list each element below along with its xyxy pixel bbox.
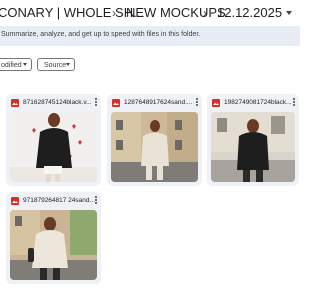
breadcrumb-separator: › [203,6,207,20]
breadcrumb-separator: › [112,6,116,20]
file-card[interactable]: 871628745124black.v... [6,94,101,186]
chevron-down-icon[interactable] [286,11,292,15]
source-filter-label: Source [44,62,67,69]
more-options-icon[interactable] [196,98,199,108]
file-name: 971879264817 24sand... [23,197,95,204]
image-file-icon [212,99,220,107]
breadcrumb-item-parent[interactable]: CONARY | WHOLE SH... [0,5,144,20]
file-name: 1287648917624sand.... [124,99,193,106]
file-card[interactable]: 1287648917624sand.... [107,94,202,186]
file-thumbnail [111,112,198,182]
image-file-icon [11,197,19,205]
file-name: 871628745124black.v... [23,99,92,106]
file-thumbnail [211,112,295,182]
source-filter-button[interactable]: Source [37,58,75,71]
chevron-down-icon [66,63,70,66]
file-card[interactable]: 971879264817 24sand... [6,192,101,284]
breadcrumb-item-current[interactable]: 12.12.2025 [217,5,282,20]
image-file-icon [112,99,120,107]
file-card[interactable]: 1982749081724black... [207,94,299,186]
chevron-down-icon [23,63,27,66]
file-name: 1982749081724black... [224,99,292,106]
modified-filter-button[interactable]: odified [0,58,32,71]
ai-summary-banner[interactable]: Summarize, analyze, and get up to speed … [0,26,300,46]
file-thumbnail [10,112,97,182]
modified-filter-label: odified [1,62,22,69]
breadcrumb: CONARY | WHOLE SH... › NEW MOCKUPS › 12.… [0,0,300,26]
more-options-icon[interactable] [293,98,296,108]
more-options-icon[interactable] [95,98,98,108]
file-thumbnail [10,210,97,280]
banner-text: Summarize, analyze, and get up to speed … [1,31,201,38]
more-options-icon[interactable] [95,196,98,206]
breadcrumb-item-folder[interactable]: NEW MOCKUPS [126,5,226,20]
image-file-icon [11,99,19,107]
